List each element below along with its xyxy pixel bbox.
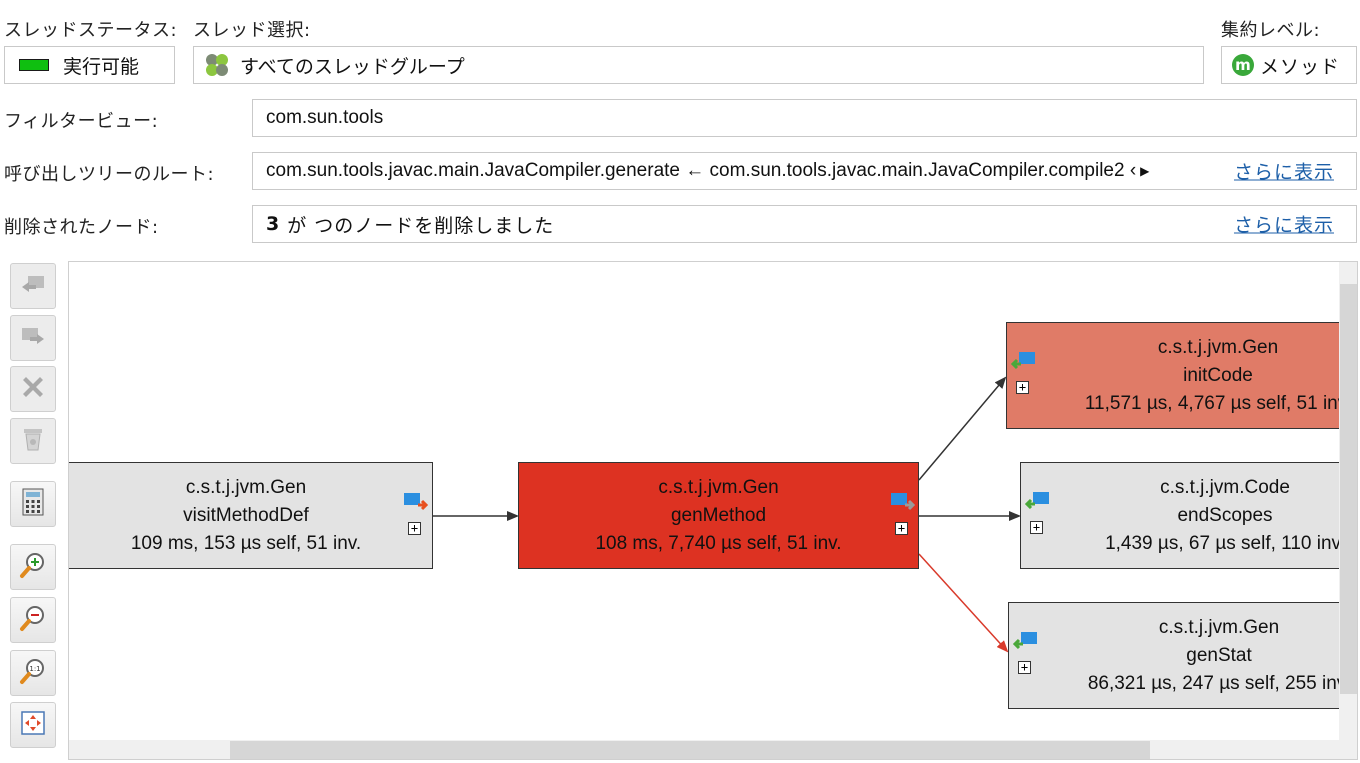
thread-select-value: すべてのスレッドグループ [240,55,465,78]
fit-to-view-icon [19,709,47,741]
call-node-genmethod[interactable]: c.s.t.j.jvm.Gen genMethod 108 ms, 7,740 … [518,462,919,569]
incoming-calls-icon[interactable] [1024,492,1049,512]
node-class: c.s.t.j.jvm.Gen [1157,336,1279,358]
call-tree-root-more-link[interactable]: さらに表示 [1234,158,1334,185]
thread-status-label: スレッドステータス: [4,20,178,41]
zoom-actual-button[interactable]: 1:1 [10,650,56,696]
zoom-in-icon [19,551,47,583]
expand-node-button[interactable]: + [895,522,908,535]
thread-status-dropdown[interactable]: 実行可能 [4,46,175,84]
call-node-genstat[interactable]: c.s.t.j.jvm.Gen genStat 86,321 µs, 247 µ… [1008,602,1357,709]
edge-gen-to-stat [918,553,1009,653]
node-method: initCode [1183,364,1253,386]
node-method: genStat [1186,644,1252,666]
call-tree-root-label: 呼び出しツリーのルート: [4,164,215,185]
zoom-out-button[interactable] [10,597,56,643]
call-tree-root-field: com.sun.tools.javac.main.JavaCompiler.ge… [252,152,1357,190]
filter-view-label: フィルタービュー: [4,111,159,132]
delete-button[interactable] [10,366,56,412]
thread-group-icon [204,52,230,78]
zoom-actual-icon: 1:1 [19,657,47,689]
outgoing-calls-icon[interactable] [891,493,916,513]
back-button[interactable] [10,263,56,309]
method-m-icon: m [1232,54,1254,76]
back-icon [20,273,46,299]
scrollbar-corner [1339,740,1357,759]
removed-nodes-label: 削除されたノード: [4,217,159,238]
vertical-scrollbar[interactable] [1339,262,1357,740]
node-method: visitMethodDef [183,504,309,526]
node-class: c.s.t.j.jvm.Gen [185,476,307,498]
forward-button[interactable] [10,315,56,361]
aggregation-value: メソッド [1260,55,1341,78]
removed-nodes-more-link[interactable]: さらに表示 [1234,211,1334,238]
horizontal-scrollbar[interactable] [69,740,1339,759]
node-stats: 1,439 µs, 67 µs self, 110 inv. [1105,532,1345,554]
node-stats: 86,321 µs, 247 µs self, 255 inv. [1087,672,1351,694]
expand-node-button[interactable]: + [1030,521,1043,534]
call-tree-root-value: com.sun.tools.javac.main.JavaCompiler.ge… [266,160,1137,181]
expand-node-button[interactable]: + [408,522,421,535]
vertical-scrollbar-thumb[interactable] [1340,284,1357,694]
node-class: c.s.t.j.jvm.Gen [1158,616,1280,638]
running-status-swatch [19,59,49,71]
node-stats: 11,571 µs, 4,767 µs self, 51 inv. [1084,392,1352,414]
node-method: genMethod [670,504,767,526]
expand-node-button[interactable]: + [1018,661,1031,674]
horizontal-scrollbar-thumb[interactable] [230,741,1150,759]
calculator-button[interactable] [10,481,56,527]
call-node-visitmethoddef[interactable]: c.s.t.j.jvm.Gen visitMethodDef 109 ms, 1… [69,462,433,569]
trash-icon [22,426,44,456]
zoom-out-icon [19,604,47,636]
call-node-endscopes[interactable]: c.s.t.j.jvm.Code endScopes 1,439 µs, 67 … [1020,462,1357,569]
aggregation-label: 集約レベル: [1221,20,1321,41]
outgoing-calls-icon[interactable] [404,493,429,513]
thread-select-label: スレッド選択: [193,20,311,41]
incoming-calls-icon[interactable] [1012,632,1037,652]
expand-node-button[interactable]: + [1016,381,1029,394]
filter-view-input[interactable]: com.sun.tools [252,99,1357,137]
node-stats: 109 ms, 153 µs self, 51 inv. [130,532,362,554]
aggregation-dropdown[interactable]: m メソッド [1221,46,1357,84]
fit-to-view-button[interactable] [10,702,56,748]
delete-icon [19,373,47,405]
edge-gen-to-init [918,376,1007,481]
filter-view-value: com.sun.tools [266,107,384,128]
calculator-icon [22,488,44,520]
node-method: endScopes [1177,504,1273,526]
forward-icon [20,325,46,351]
removed-nodes-text: が つのノードを削除しました [287,214,555,237]
removed-count: 3 [266,213,280,235]
node-stats: 108 ms, 7,740 µs self, 51 inv. [595,532,842,554]
expand-arrow-icon[interactable]: ▶ [1140,164,1149,178]
node-class: c.s.t.j.jvm.Code [1160,476,1290,498]
node-class: c.s.t.j.jvm.Gen [658,476,779,498]
thread-status-value: 実行可能 [63,55,140,78]
thread-select-dropdown[interactable]: すべてのスレッドグループ [193,46,1204,84]
call-node-initcode[interactable]: c.s.t.j.jvm.Gen initCode 11,571 µs, 4,76… [1006,322,1357,429]
incoming-calls-icon[interactable] [1010,352,1035,372]
removed-nodes-field: 3 が つのノードを削除しました さらに表示 [252,205,1357,243]
svg-text:1:1: 1:1 [29,665,40,673]
zoom-in-button[interactable] [10,544,56,590]
call-graph-canvas[interactable]: c.s.t.j.jvm.Gen visitMethodDef 109 ms, 1… [68,261,1358,760]
trash-button[interactable] [10,418,56,464]
